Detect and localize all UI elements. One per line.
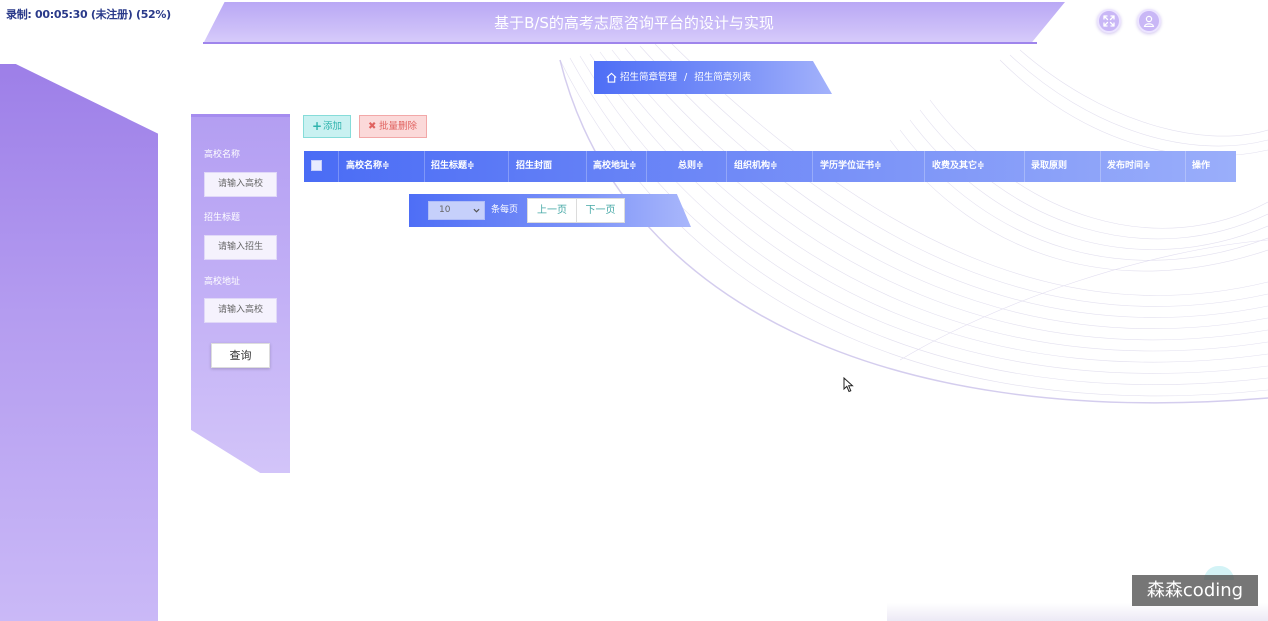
mouse-cursor-icon — [843, 377, 854, 393]
search-label-title: 招生标题 — [204, 213, 241, 223]
column-header-publish-time[interactable]: 发布时间≑ — [1107, 151, 1151, 182]
search-label-school-name: 高校名称 — [204, 150, 241, 160]
user-button[interactable] — [1137, 9, 1161, 33]
search-button[interactable]: 查询 — [211, 343, 270, 368]
per-page-label: 条每页 — [491, 205, 519, 215]
search-panel — [191, 114, 290, 473]
search-input-title[interactable]: 请输入招生 — [204, 235, 277, 260]
search-panel-edge — [191, 114, 290, 117]
column-header-fees[interactable]: 收费及其它≑ — [932, 151, 985, 182]
prev-page-button[interactable]: 上一页 — [527, 198, 577, 223]
watermark: 森森coding — [1132, 575, 1258, 606]
column-divider — [1024, 151, 1025, 182]
column-header-address[interactable]: 高校地址≑ — [593, 151, 637, 182]
page-title: 基于B/S的高考志愿咨询平台的设计与实现 — [494, 14, 774, 32]
column-divider — [1185, 151, 1186, 182]
column-divider — [508, 151, 509, 182]
column-header-title[interactable]: 招生标题≑ — [431, 151, 475, 182]
close-icon: ✖ — [368, 121, 377, 132]
fullscreen-button[interactable] — [1097, 9, 1121, 33]
chevron-down-icon — [473, 208, 480, 213]
fullscreen-icon — [1103, 15, 1115, 27]
column-header-school-name[interactable]: 高校名称≑ — [346, 151, 390, 182]
breadcrumb-separator: / — [684, 72, 688, 83]
column-divider — [338, 151, 339, 182]
column-header-admission-principle: 录取原则 — [1031, 161, 1068, 171]
column-divider — [924, 151, 925, 182]
left-sidebar — [0, 64, 158, 621]
page-size-value: 10 — [439, 205, 451, 215]
user-icon — [1143, 15, 1155, 27]
breadcrumb-home[interactable]: 招生简章管理 — [620, 72, 677, 83]
column-divider — [586, 151, 587, 182]
column-header-general-rules[interactable]: 总则≑ — [678, 151, 704, 182]
breadcrumb: 招生简章管理 / 招生简章列表 — [594, 61, 832, 94]
next-page-button[interactable]: 下一页 — [576, 198, 625, 223]
column-divider — [646, 151, 647, 182]
column-header-cover: 招生封面 — [516, 161, 553, 171]
column-header-organization[interactable]: 组织机构≑ — [734, 151, 778, 182]
column-divider — [424, 151, 425, 182]
page-size-select[interactable]: 10 — [428, 201, 485, 220]
batch-delete-label: 批量删除 — [379, 121, 418, 132]
add-button[interactable]: + 添加 — [303, 115, 351, 138]
batch-delete-button[interactable]: ✖ 批量删除 — [359, 115, 427, 138]
column-divider — [1100, 151, 1101, 182]
home-icon — [606, 72, 617, 83]
column-divider — [812, 151, 813, 182]
search-input-address[interactable]: 请输入高校 — [204, 298, 277, 323]
select-all-checkbox[interactable] — [311, 160, 322, 171]
column-divider — [726, 151, 727, 182]
breadcrumb-current: 招生简章列表 — [694, 72, 752, 83]
search-input-school-name[interactable]: 请输入高校 — [204, 172, 277, 197]
recording-indicator: 录制: 00:05:30 (未注册) (52%) — [6, 8, 171, 21]
add-button-label: 添加 — [323, 121, 343, 132]
column-header-certificate[interactable]: 学历学位证书≑ — [820, 151, 882, 182]
search-label-address: 高校地址 — [204, 277, 241, 287]
column-header-actions: 操作 — [1192, 161, 1211, 171]
plus-icon: + — [312, 119, 323, 133]
